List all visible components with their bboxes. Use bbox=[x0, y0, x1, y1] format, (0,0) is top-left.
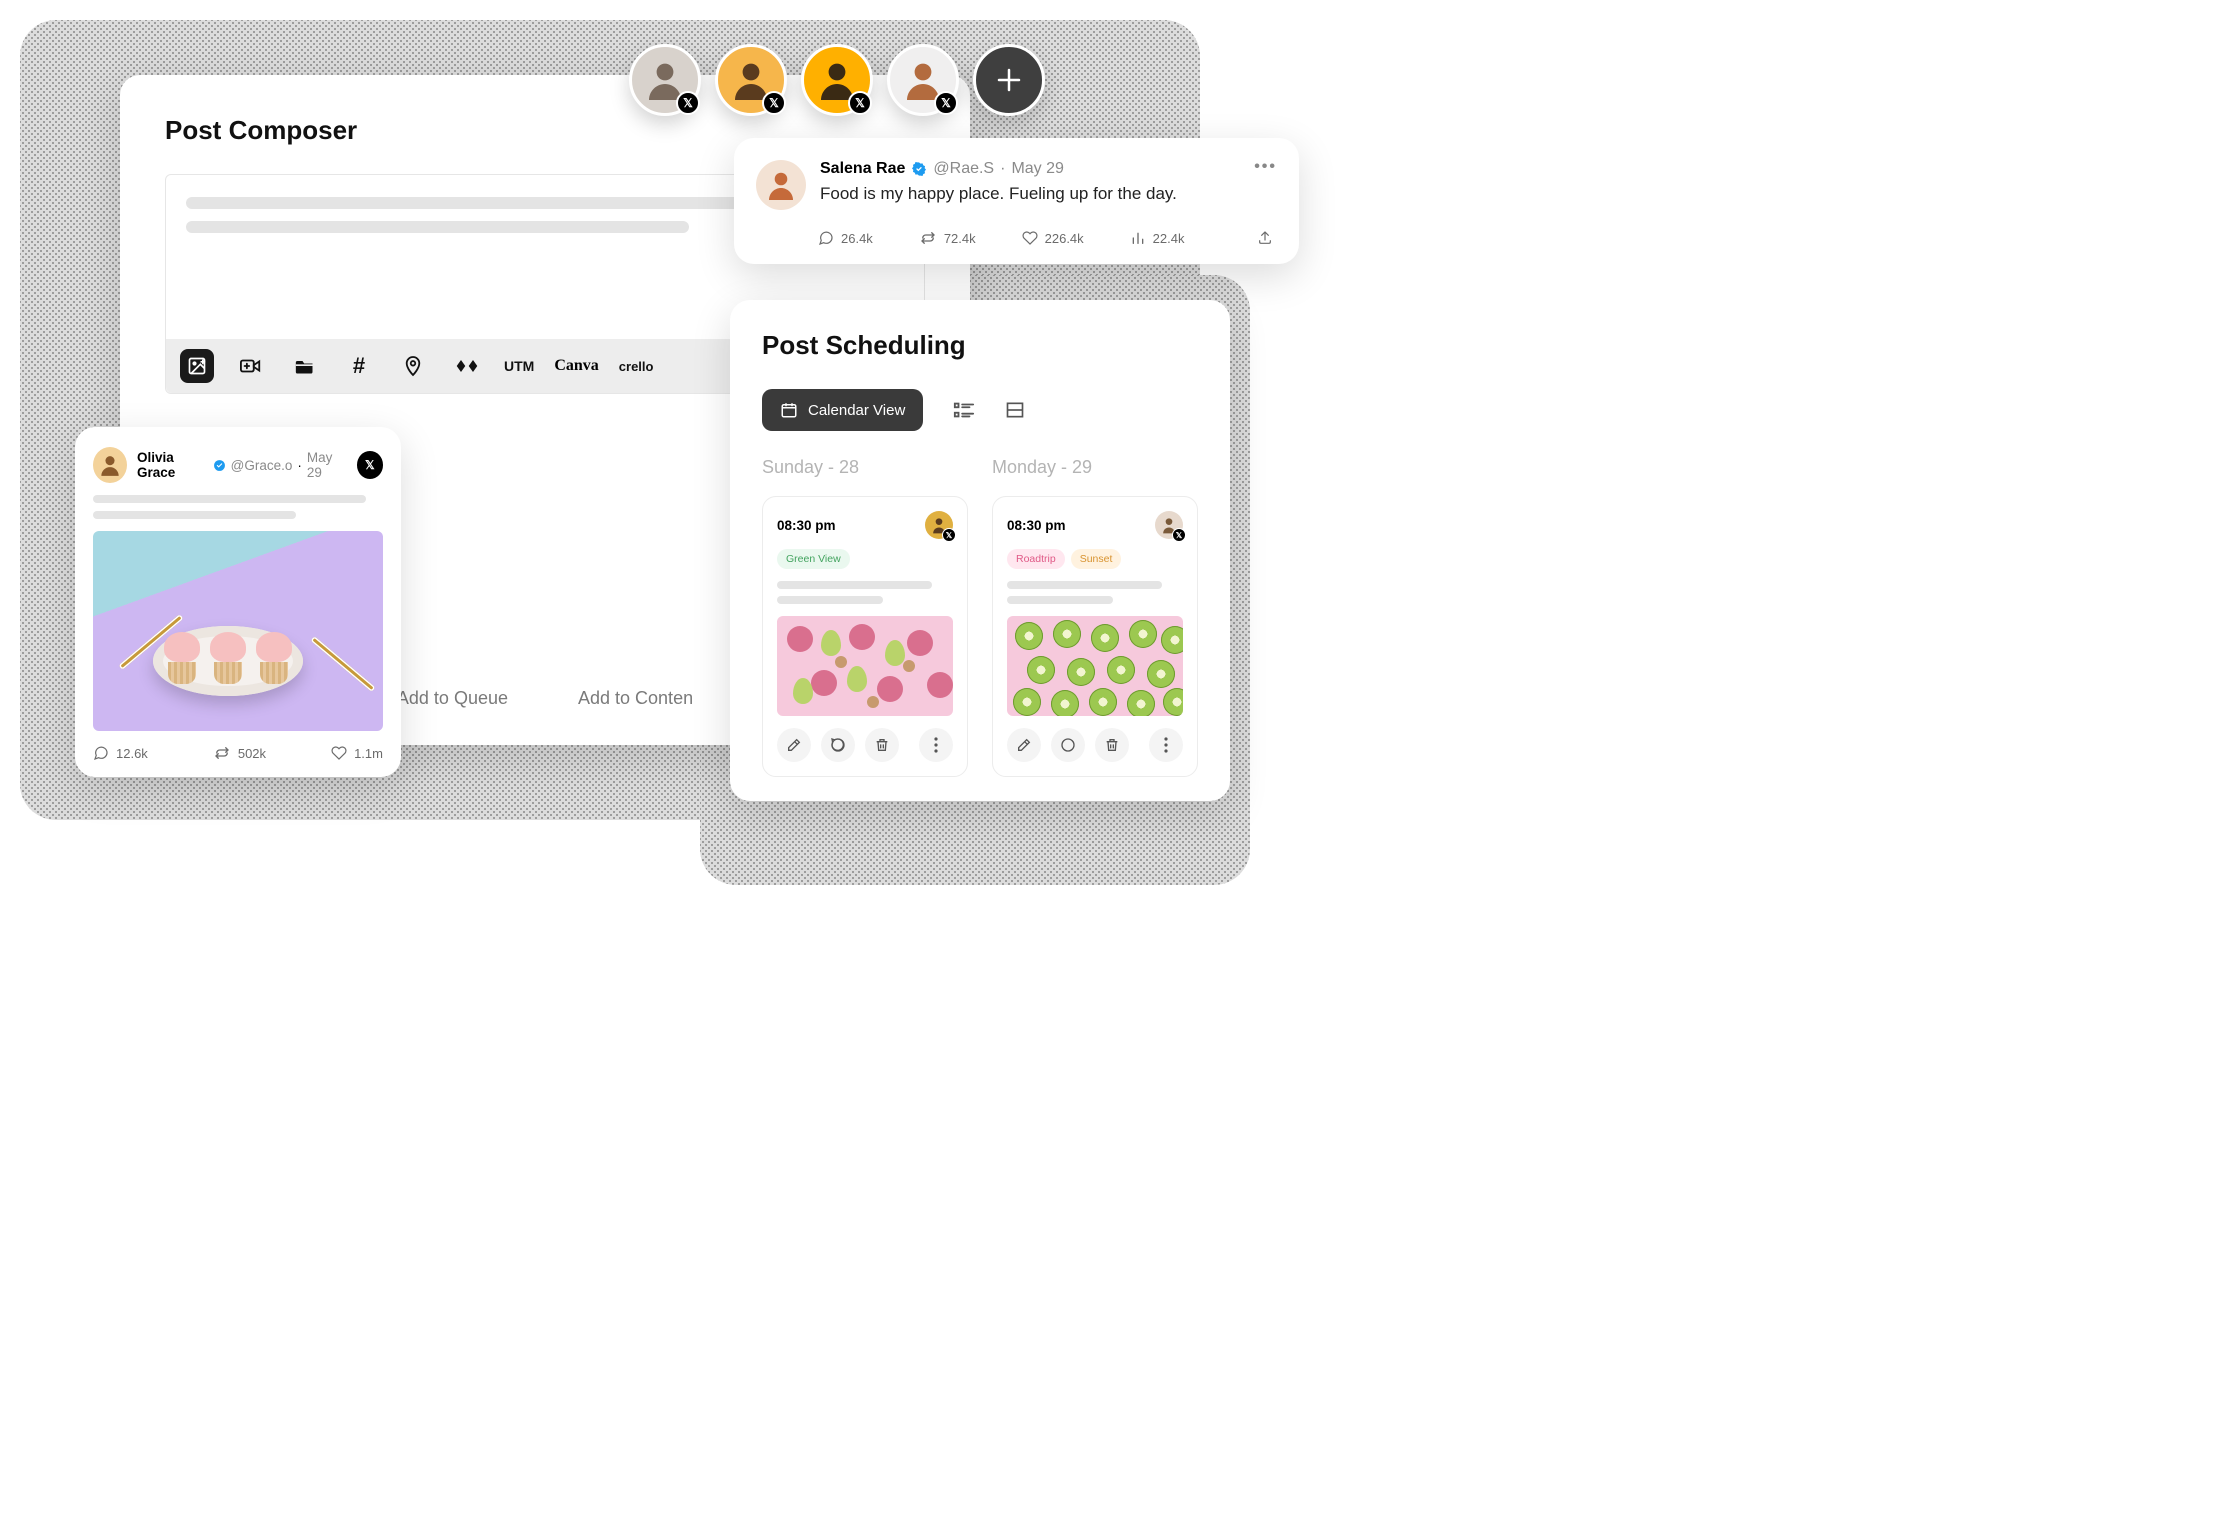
folder-button[interactable] bbox=[288, 349, 322, 383]
placeholder-line bbox=[1007, 581, 1162, 589]
comment-button[interactable] bbox=[1051, 728, 1085, 762]
post-scheduling-panel: Post Scheduling Calendar View Sunday - 2… bbox=[730, 300, 1230, 801]
account-avatar[interactable]: 𝕏 bbox=[715, 44, 787, 116]
placeholder-line bbox=[777, 581, 932, 589]
like-count: 226.4k bbox=[1045, 231, 1084, 246]
delete-button[interactable] bbox=[1095, 728, 1129, 762]
edit-button[interactable] bbox=[1007, 728, 1041, 762]
more-button[interactable] bbox=[1149, 728, 1183, 762]
like-count: 1.1m bbox=[354, 746, 383, 761]
video-add-button[interactable] bbox=[234, 349, 268, 383]
post-avatar: 𝕏 bbox=[1155, 511, 1183, 539]
post-time: 08:30 pm bbox=[1007, 518, 1066, 533]
account-avatar[interactable]: 𝕏 bbox=[629, 44, 701, 116]
day-column: Monday - 29 08:30 pm 𝕏 Roadtrip Sunset bbox=[992, 457, 1198, 777]
grid-view-button[interactable] bbox=[1005, 401, 1025, 419]
placeholder-line bbox=[93, 495, 366, 503]
x-network-icon: 𝕏 bbox=[1172, 528, 1186, 542]
like-button[interactable]: 226.4k bbox=[1022, 230, 1084, 246]
post-tag: Sunset bbox=[1071, 549, 1122, 569]
placeholder-line bbox=[1007, 596, 1113, 604]
post-avatar: 𝕏 bbox=[925, 511, 953, 539]
x-network-icon: 𝕏 bbox=[934, 91, 958, 115]
account-avatar-row: 𝕏 𝕏 𝕏 𝕏 bbox=[629, 44, 1045, 116]
edit-button[interactable] bbox=[777, 728, 811, 762]
post-thumbnail bbox=[1007, 616, 1183, 716]
hashtag-button[interactable]: # bbox=[342, 349, 376, 383]
post-time: 08:30 pm bbox=[777, 518, 836, 533]
x-network-icon: 𝕏 bbox=[942, 528, 956, 542]
placeholder-line bbox=[777, 596, 883, 604]
scheduled-post-card[interactable]: 08:30 pm 𝕏 Roadtrip Sunset bbox=[992, 496, 1198, 777]
post-image bbox=[93, 531, 383, 731]
diamond-button[interactable] bbox=[450, 349, 484, 383]
post-tag: Roadtrip bbox=[1007, 549, 1065, 569]
x-network-icon: 𝕏 bbox=[762, 91, 786, 115]
add-to-queue-button[interactable]: Add to Queue bbox=[397, 688, 508, 709]
canva-button[interactable]: Canva bbox=[554, 357, 598, 375]
share-button[interactable] bbox=[1257, 230, 1273, 246]
x-network-icon: 𝕏 bbox=[357, 451, 383, 479]
placeholder-line bbox=[186, 221, 689, 233]
avatar bbox=[756, 160, 806, 210]
tweet-author-name: Olivia Grace bbox=[137, 450, 208, 480]
retweet-button[interactable]: 72.4k bbox=[919, 230, 976, 246]
scheduled-post-card[interactable]: 08:30 pm 𝕏 Green View bbox=[762, 496, 968, 777]
list-view-button[interactable] bbox=[953, 401, 975, 419]
add-account-button[interactable] bbox=[973, 44, 1045, 116]
tweet-handle: @Rae.S bbox=[933, 160, 994, 178]
x-network-icon: 𝕏 bbox=[848, 91, 872, 115]
add-to-content-button[interactable]: Add to Conten bbox=[578, 688, 693, 709]
tweet-handle: @Grace.o bbox=[231, 458, 293, 473]
image-add-button[interactable] bbox=[180, 349, 214, 383]
retweet-count: 72.4k bbox=[944, 231, 976, 246]
reply-button[interactable]: 26.4k bbox=[818, 230, 873, 246]
reply-button[interactable]: 12.6k bbox=[93, 745, 148, 761]
delete-button[interactable] bbox=[865, 728, 899, 762]
tweet-preview-card: ••• Salena Rae @Rae.S · May 29 Food is m… bbox=[734, 138, 1299, 264]
account-avatar[interactable]: 𝕏 bbox=[801, 44, 873, 116]
views-count: 22.4k bbox=[1153, 231, 1185, 246]
reply-count: 26.4k bbox=[841, 231, 873, 246]
day-label: Sunday - 28 bbox=[762, 457, 968, 478]
views-button[interactable]: 22.4k bbox=[1130, 230, 1185, 246]
like-button[interactable]: 1.1m bbox=[331, 745, 383, 761]
comment-button[interactable] bbox=[821, 728, 855, 762]
scheduling-title: Post Scheduling bbox=[762, 330, 1198, 361]
retweet-count: 502k bbox=[238, 746, 266, 761]
account-avatar[interactable]: 𝕏 bbox=[887, 44, 959, 116]
calendar-view-label: Calendar View bbox=[808, 402, 905, 419]
post-thumbnail bbox=[777, 616, 953, 716]
separator: · bbox=[1000, 160, 1005, 178]
x-network-icon: 𝕏 bbox=[676, 91, 700, 115]
avatar bbox=[93, 447, 127, 483]
reply-count: 12.6k bbox=[116, 746, 148, 761]
placeholder-line bbox=[93, 511, 296, 519]
separator: · bbox=[297, 458, 302, 473]
calendar-view-button[interactable]: Calendar View bbox=[762, 389, 923, 431]
day-column: Sunday - 28 08:30 pm 𝕏 Green View bbox=[762, 457, 968, 777]
tweet-date: May 29 bbox=[1011, 160, 1063, 178]
day-label: Monday - 29 bbox=[992, 457, 1198, 478]
location-button[interactable] bbox=[396, 349, 430, 383]
retweet-button[interactable]: 502k bbox=[213, 745, 266, 761]
tweet-date: May 29 bbox=[307, 450, 347, 480]
tweet-body: Food is my happy place. Fueling up for t… bbox=[820, 184, 1177, 204]
tweet-preview-card: Olivia Grace @Grace.o · May 29 𝕏 bbox=[75, 427, 401, 777]
post-tag: Green View bbox=[777, 549, 850, 569]
utm-button[interactable]: UTM bbox=[504, 358, 534, 374]
more-options-button[interactable]: ••• bbox=[1254, 158, 1277, 176]
tweet-author-name: Salena Rae bbox=[820, 160, 905, 178]
verified-badge-icon bbox=[911, 161, 927, 177]
more-button[interactable] bbox=[919, 728, 953, 762]
verified-badge-icon bbox=[213, 459, 226, 472]
crello-button[interactable]: crello bbox=[619, 359, 654, 374]
